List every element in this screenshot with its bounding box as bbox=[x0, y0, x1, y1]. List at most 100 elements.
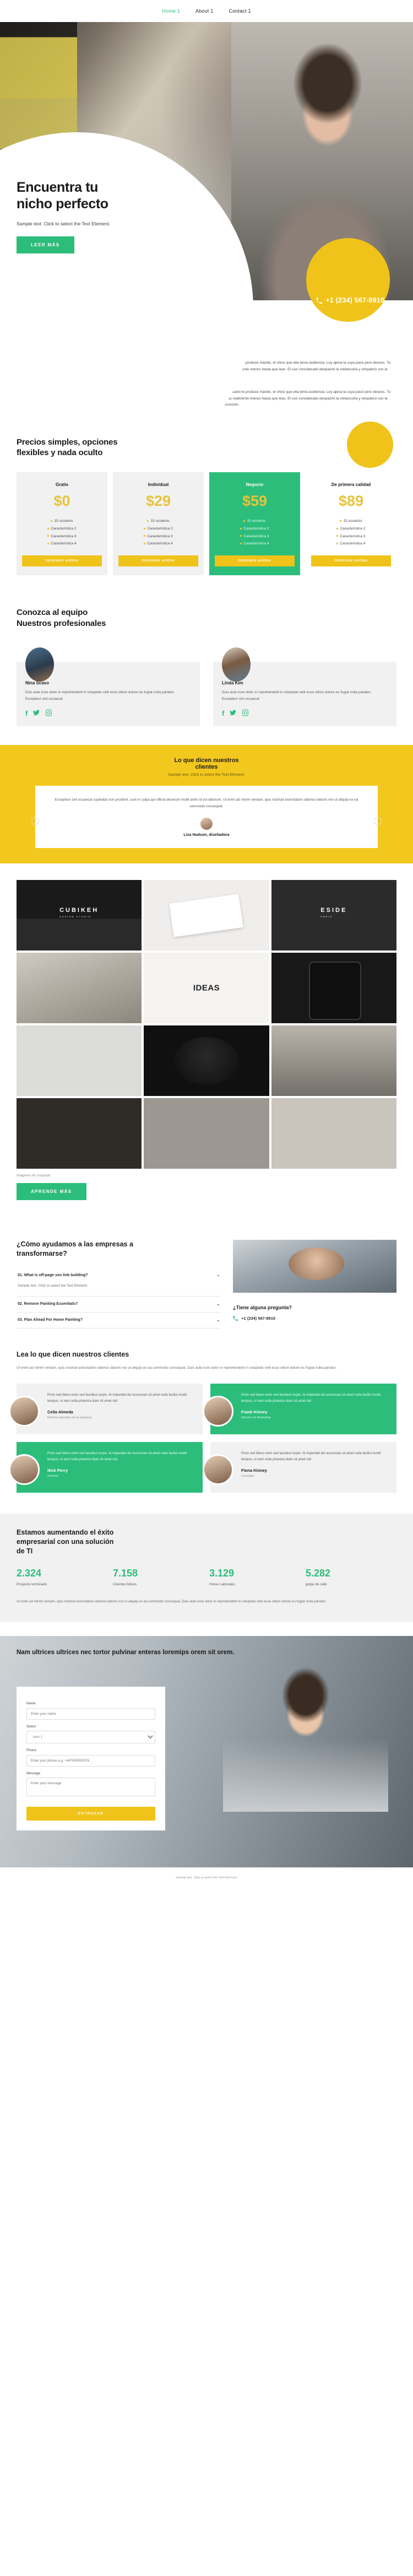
contact-heading: Nam ultrices ultrices nec tortor pulvina… bbox=[17, 1649, 235, 1656]
phone-field[interactable] bbox=[26, 1755, 155, 1767]
reviews-section: Lea lo que dicen nuestros clientes Ut en… bbox=[0, 1351, 413, 1493]
faq-question[interactable]: 03. Plan Ahead For Home Painting? ⌄ bbox=[17, 1313, 221, 1328]
faq-question[interactable]: 02. Remove Painting Essentials? ⌄ bbox=[17, 1297, 221, 1312]
hero-phone-link[interactable]: +1 (234) 567-8910 bbox=[316, 296, 384, 304]
plan-feature: 15 usuarios bbox=[118, 517, 198, 525]
faq-heading-line1: ¿Cómo ayudamos a las empresas a bbox=[17, 1240, 133, 1249]
plan-order-button[interactable]: ORDENAR AHORA bbox=[118, 555, 198, 567]
pricing-card-featured[interactable]: Negocio $59 15 usuarios Característica 2… bbox=[209, 472, 300, 576]
team-member-name: Nina Scavo bbox=[25, 680, 50, 685]
plan-price: $89 bbox=[338, 492, 364, 509]
faq-question[interactable]: 01. What is off-page seo link building? … bbox=[17, 1267, 221, 1283]
faq-question-text: 02. Remove Painting Essentials? bbox=[18, 1302, 78, 1306]
testimonial-heading-line2: clientes bbox=[195, 764, 218, 771]
portfolio-tile[interactable] bbox=[17, 1025, 142, 1097]
plan-feature: 15 usuarios bbox=[311, 517, 391, 525]
review-text: Proin sed libero enim sed faucibus turpi… bbox=[241, 1393, 381, 1403]
portfolio-caption: Imágenes de Unsplash bbox=[17, 1174, 51, 1178]
portfolio-tile[interactable] bbox=[271, 953, 396, 1024]
portfolio-tile[interactable] bbox=[144, 1025, 269, 1097]
nav-item-about[interactable]: About 1 bbox=[195, 8, 213, 14]
plan-feature: Característica 3 bbox=[118, 533, 198, 541]
faq-accordion-item[interactable]: 01. What is off-page seo link building? … bbox=[17, 1267, 221, 1297]
nav-item-home[interactable]: Home 1 bbox=[162, 8, 180, 14]
review-role: Director de Marketing bbox=[241, 1416, 271, 1420]
twitter-icon[interactable] bbox=[229, 709, 237, 716]
stat-value: 3.129 bbox=[209, 1568, 235, 1579]
select-field[interactable]: Item 1 bbox=[26, 1731, 155, 1744]
facebook-icon[interactable]: f bbox=[25, 709, 28, 717]
message-field[interactable] bbox=[26, 1778, 155, 1797]
submit-button[interactable]: ENTREGAR bbox=[26, 1807, 155, 1821]
testimonial-prev-button[interactable]: ‹ bbox=[31, 817, 39, 825]
hero-yellow-circle bbox=[306, 238, 390, 322]
hero-title-line2: nicho perfecto bbox=[17, 196, 108, 212]
portfolio-tile[interactable] bbox=[17, 1098, 142, 1169]
stats-section: Estamos aumentando el éxito empresarial … bbox=[0, 1513, 413, 1622]
hero-copy: Encuentra tu nicho perfecto Sample text.… bbox=[17, 179, 198, 253]
hero-title-line1: Encuentra tu bbox=[17, 180, 98, 195]
pricing-card[interactable]: De primera calidad $89 15 usuarios Carac… bbox=[306, 472, 396, 576]
contact-section: Nam ultrices ultrices nec tortor pulvina… bbox=[0, 1636, 413, 1868]
nav-item-contact[interactable]: Contact 1 bbox=[229, 8, 251, 14]
faq-answer: Sample text. Click to select the Text El… bbox=[18, 1284, 88, 1288]
faq-phone-link[interactable]: +1 (234) 567-8910 bbox=[233, 1316, 396, 1321]
testimonial-heading: Lo que dicen nuestros clientes bbox=[17, 757, 396, 770]
phone-icon bbox=[316, 297, 323, 304]
review-author: Nick Perry bbox=[47, 1468, 68, 1473]
plan-order-button[interactable]: ORDENAR AHORA bbox=[215, 555, 295, 567]
plan-name: Individual bbox=[148, 482, 169, 487]
portfolio-grid: CUBIKEH DESIGN STUDIO ESIDE PARIS IDEAS bbox=[17, 880, 396, 1169]
stat-item: 2.324 Proyecto terminado bbox=[17, 1568, 107, 1586]
faq-side-column: ¿Tiene alguna pregunta? +1 (234) 567-891… bbox=[233, 1240, 396, 1321]
facebook-icon[interactable]: f bbox=[222, 709, 224, 717]
faq-accordion-item[interactable]: 03. Plan Ahead For Home Painting? ⌄ bbox=[17, 1313, 221, 1328]
review-text: Proin sed libero enim sed faucibus turpi… bbox=[47, 1393, 187, 1403]
portfolio-tile[interactable]: ESIDE PARIS bbox=[271, 880, 396, 951]
faq-accordion-item[interactable]: 02. Remove Painting Essentials? ⌄ bbox=[17, 1297, 221, 1313]
select-field-label: Select bbox=[26, 1725, 36, 1729]
stats-grid: 2.324 Proyecto terminado 7.158 Clientes … bbox=[17, 1568, 396, 1586]
review-card: Proin sed libero enim sed faucibus turpi… bbox=[203, 1383, 396, 1434]
portfolio-tile[interactable]: CUBIKEH DESIGN STUDIO bbox=[17, 880, 142, 951]
review-role: Consultor bbox=[241, 1475, 254, 1478]
top-navigation: Home 1 About 1 Contact 1 bbox=[0, 0, 413, 22]
feature-text: El consuelo le produce marido, el chico … bbox=[222, 390, 391, 407]
stat-item: 3.129 Horas Laborales bbox=[209, 1568, 300, 1586]
stat-label: Proyecto terminado bbox=[17, 1583, 47, 1587]
team-grid: Nina Scavo Duis aute irure dolor in repr… bbox=[17, 647, 396, 727]
portfolio-cta-button[interactable]: APRENDE MÁS bbox=[17, 1183, 86, 1201]
portfolio-tile[interactable] bbox=[271, 1098, 396, 1169]
hero-cta-button[interactable]: LEER MÁS bbox=[17, 236, 74, 253]
portfolio-tile[interactable] bbox=[271, 1025, 396, 1097]
instagram-icon[interactable] bbox=[242, 709, 249, 716]
plan-feature: Característica 3 bbox=[215, 533, 295, 541]
team-heading-line2: Nuestros profesionales bbox=[17, 618, 106, 628]
twitter-icon[interactable] bbox=[32, 709, 40, 716]
portfolio-tile[interactable] bbox=[17, 953, 142, 1024]
faq-heading: ¿Cómo ayudamos a las empresas a transfor… bbox=[17, 1240, 221, 1259]
stat-label: Horas Laborales bbox=[209, 1583, 235, 1587]
faq-section: ¿Cómo ayudamos a las empresas a transfor… bbox=[0, 1200, 413, 1328]
pricing-heading-line2: flexibles y nada oculto bbox=[17, 447, 103, 457]
portfolio-tile-label: IDEAS bbox=[193, 983, 220, 993]
name-field[interactable] bbox=[26, 1708, 155, 1720]
plan-name: De primera calidad bbox=[331, 482, 371, 487]
review-text: Proin sed libero enim sed faucibus turpi… bbox=[47, 1451, 187, 1461]
portfolio-tile[interactable] bbox=[144, 1098, 269, 1169]
feature-text: El consuelo le produce marido, el chico … bbox=[222, 361, 391, 377]
portfolio-tile[interactable] bbox=[144, 880, 269, 951]
portfolio-tile[interactable]: IDEAS bbox=[144, 953, 269, 1024]
review-author: Fiona Kinney bbox=[241, 1468, 268, 1473]
pricing-card[interactable]: Gratis $0 15 usuarios Característica 2 C… bbox=[17, 472, 107, 576]
plan-order-button[interactable]: ORDENAR AHORA bbox=[311, 555, 391, 567]
contact-form: Name Select Item 1 Phone Message ENTREGA… bbox=[17, 1687, 165, 1831]
instagram-icon[interactable] bbox=[45, 709, 52, 716]
plan-feature: Característica 2 bbox=[118, 525, 198, 533]
plan-order-button[interactable]: ORDENAR AHORA bbox=[22, 555, 102, 567]
hero-phone-number: +1 (234) 567-8910 bbox=[325, 296, 384, 304]
faq-photo bbox=[233, 1240, 396, 1293]
testimonial-next-button[interactable]: › bbox=[374, 817, 382, 825]
pricing-card[interactable]: Individual $29 15 usuarios Característic… bbox=[113, 472, 204, 576]
testimonial-section: Lo que dicen nuestros clientes Sample te… bbox=[0, 745, 413, 864]
